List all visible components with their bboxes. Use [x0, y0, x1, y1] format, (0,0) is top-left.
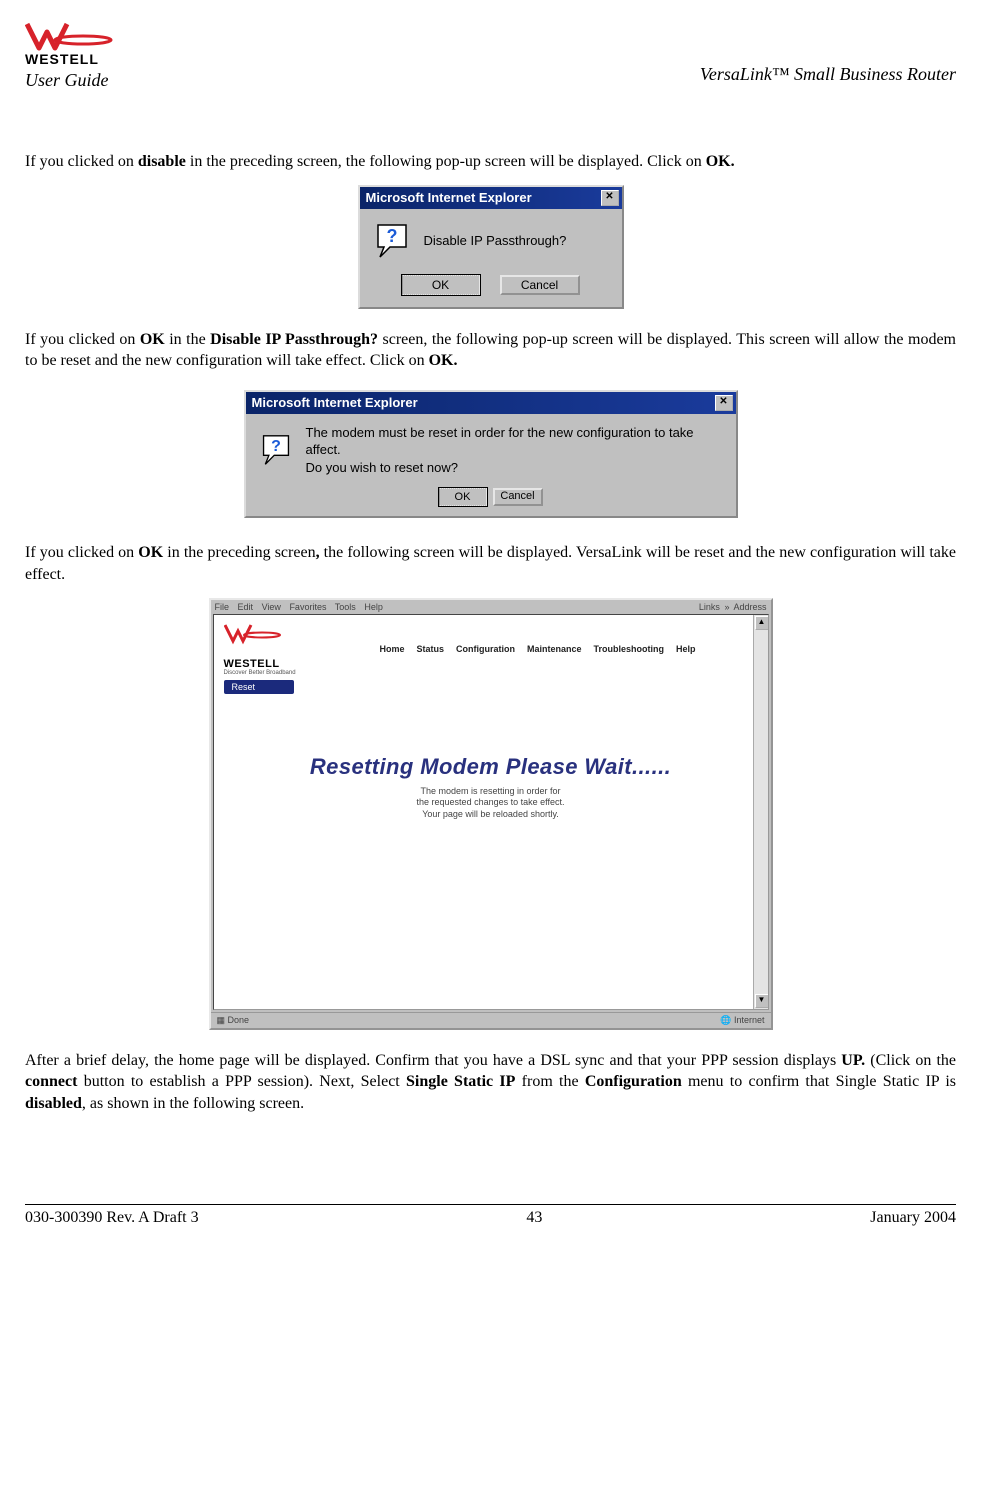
resetting-message: The modem is resetting in order for the … — [214, 786, 768, 821]
main-nav: Home Status Configuration Maintenance Tr… — [318, 644, 758, 654]
paragraph-1: If you clicked on disable in the precedi… — [25, 151, 956, 173]
close-icon[interactable]: ✕ — [715, 395, 733, 411]
westell-logo-icon: WESTELL Discover Better Broadband — [224, 623, 302, 676]
menu-help[interactable]: Help — [364, 602, 383, 612]
logo-block: WESTELL User Guide — [25, 20, 125, 91]
nav-troubleshooting[interactable]: Troubleshooting — [594, 644, 665, 654]
zone-text: 🌐 Internet — [720, 1015, 764, 1026]
page-header: WESTELL User Guide VersaLink™ Small Busi… — [25, 20, 956, 91]
disable-passthrough-dialog: Microsoft Internet Explorer ✕ ? Disable … — [358, 185, 624, 309]
browser-window: File Edit View Favorites Tools Help Link… — [209, 598, 773, 1030]
cancel-button[interactable]: Cancel — [493, 488, 543, 506]
address-label: Address — [733, 602, 766, 612]
dialog-titlebar: Microsoft Internet Explorer ✕ — [360, 187, 622, 209]
footer-right: January 2004 — [870, 1209, 956, 1227]
dialog-title: Microsoft Internet Explorer — [252, 395, 418, 410]
westell-logo-icon: WESTELL — [25, 20, 125, 68]
question-icon: ? — [260, 434, 292, 466]
reset-confirm-dialog: Microsoft Internet Explorer ✕ ? The mode… — [244, 390, 738, 519]
browser-statusbar: ▦ Done 🌐 Internet — [211, 1012, 771, 1028]
vertical-scrollbar[interactable]: ▲ ▼ — [753, 615, 768, 1009]
menu-tools[interactable]: Tools — [335, 602, 356, 612]
paragraph-4: After a brief delay, the home page will … — [25, 1050, 956, 1115]
menu-favorites[interactable]: Favorites — [289, 602, 326, 612]
nav-help[interactable]: Help — [676, 644, 696, 654]
user-guide-label: User Guide — [25, 70, 125, 91]
scroll-down-icon[interactable]: ▼ — [755, 994, 769, 1008]
reset-sub-button[interactable]: Reset — [224, 680, 294, 694]
menu-edit[interactable]: Edit — [238, 602, 254, 612]
ok-button[interactable]: OK — [439, 488, 487, 506]
dialog-message: The modem must be reset in order for the… — [306, 424, 722, 477]
nav-status[interactable]: Status — [416, 644, 444, 654]
menu-file[interactable]: File — [215, 602, 230, 612]
svg-text:?: ? — [271, 438, 281, 455]
svg-text:WESTELL: WESTELL — [25, 51, 99, 67]
dialog-message: Disable IP Passthrough? — [424, 232, 567, 250]
svg-text:?: ? — [386, 226, 397, 246]
footer-left: 030-300390 Rev. A Draft 3 — [25, 1209, 199, 1227]
resetting-title: Resetting Modem Please Wait...... — [214, 754, 768, 780]
dialog-title: Microsoft Internet Explorer — [366, 190, 532, 205]
question-icon: ? — [374, 223, 410, 259]
cancel-button[interactable]: Cancel — [500, 275, 580, 295]
links-label: Links — [699, 602, 720, 612]
nav-maintenance[interactable]: Maintenance — [527, 644, 582, 654]
status-text: ▦ Done — [217, 1015, 250, 1026]
dialog-titlebar: Microsoft Internet Explorer ✕ — [246, 392, 736, 414]
browser-viewport: WESTELL Discover Better Broadband Home S… — [213, 614, 769, 1010]
footer-page-number: 43 — [526, 1209, 542, 1227]
paragraph-2: If you clicked on OK in the Disable IP P… — [25, 329, 956, 372]
product-title: VersaLink™ Small Business Router — [700, 64, 956, 85]
browser-menubar: File Edit View Favorites Tools Help Link… — [211, 600, 771, 614]
page-footer: 030-300390 Rev. A Draft 3 43 January 200… — [25, 1204, 956, 1227]
nav-home[interactable]: Home — [379, 644, 404, 654]
paragraph-3: If you clicked on OK in the preceding sc… — [25, 542, 956, 585]
ok-button[interactable]: OK — [402, 275, 480, 295]
menu-view[interactable]: View — [262, 602, 281, 612]
scroll-up-icon[interactable]: ▲ — [755, 616, 769, 630]
close-icon[interactable]: ✕ — [601, 190, 619, 206]
nav-configuration[interactable]: Configuration — [456, 644, 515, 654]
